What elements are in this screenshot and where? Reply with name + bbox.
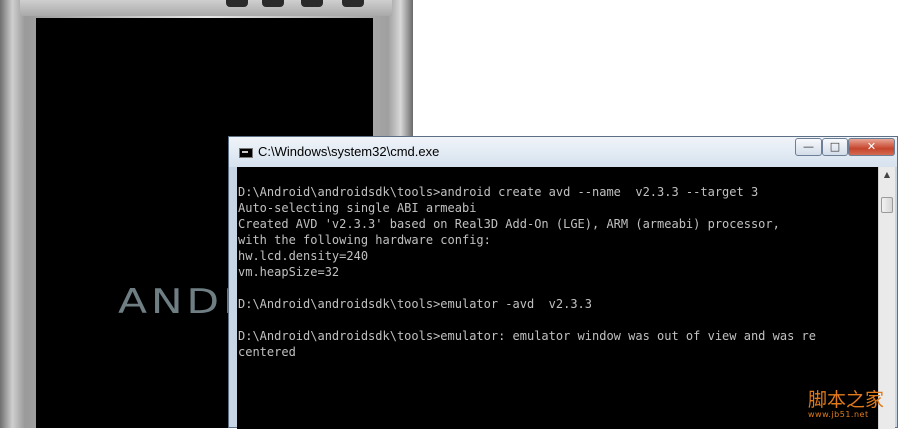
console-line: centered: [238, 345, 296, 359]
cmd-titlebar[interactable]: C:\Windows\system32\cmd.exe — □ ✕: [229, 137, 897, 167]
scroll-up-icon[interactable]: ▲: [879, 167, 895, 183]
console-line: with the following hardware config:: [238, 233, 491, 247]
console-text: D:\Android\androidsdk\tools>android crea…: [237, 167, 878, 360]
device-hardware-button[interactable]: [342, 0, 364, 7]
console-line: D:\Android\androidsdk\tools>emulator -av…: [238, 297, 593, 311]
watermark-url: www.jb51.net: [808, 410, 869, 419]
device-top-bar: [20, 0, 392, 16]
device-hardware-button[interactable]: [301, 0, 323, 7]
console-output[interactable]: D:\Android\androidsdk\tools>android crea…: [237, 167, 878, 429]
window-title: C:\Windows\system32\cmd.exe: [258, 144, 440, 159]
console-line: hw.lcd.density=240: [238, 249, 369, 263]
maximize-button[interactable]: □: [822, 138, 848, 156]
console-line: vm.heapSize=32: [238, 265, 340, 279]
console-line: D:\Android\androidsdk\tools>android crea…: [238, 185, 759, 199]
device-hardware-button[interactable]: [262, 0, 284, 7]
console-line: D:\Android\androidsdk\tools>emulator: em…: [238, 329, 816, 343]
console-line: Created AVD 'v2.3.3' based on Real3D Add…: [238, 217, 780, 231]
scrollbar-thumb[interactable]: [881, 197, 893, 213]
watermark-text: 脚本之家: [808, 389, 885, 411]
site-watermark: 脚本之家 www.jb51.net: [808, 390, 884, 419]
close-button[interactable]: ✕: [848, 138, 895, 156]
cmd-window[interactable]: C:\Windows\system32\cmd.exe — □ ✕ D:\And…: [228, 136, 898, 429]
device-hardware-button[interactable]: [226, 0, 248, 7]
console-icon: [239, 148, 253, 158]
console-line: Auto-selecting single ABI armeabi: [238, 201, 477, 215]
minimize-button[interactable]: —: [795, 138, 822, 156]
